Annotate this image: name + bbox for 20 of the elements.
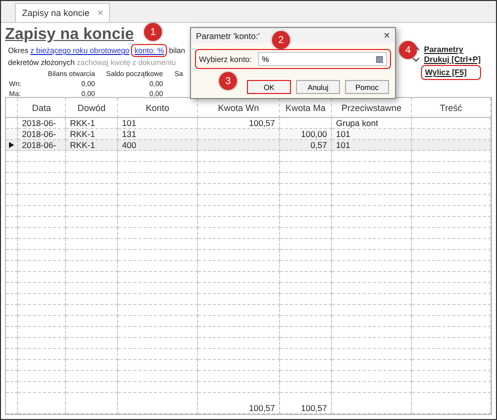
- page-title: Zapisy na koncie: [5, 25, 134, 45]
- row-pointer-icon: [9, 142, 14, 148]
- action-link[interactable]: Parametry: [424, 45, 481, 54]
- list-icon[interactable]: [376, 56, 383, 62]
- close-button[interactable]: ×: [384, 30, 390, 42]
- close-icon[interactable]: ×: [98, 8, 104, 18]
- field-label: Wybierz konto:: [199, 54, 252, 64]
- table-row[interactable]: 2018-06- RKK-1 131 100,00 101: [6, 129, 491, 140]
- up-down-chevron-icon[interactable]: [412, 45, 420, 63]
- table-row[interactable]: 2018-06- RKK-1 101 100,57 Grupa kont: [6, 118, 491, 129]
- total-cell: 100,57: [280, 403, 332, 414]
- table-row[interactable]: 2018-06- RKK-1 400 0,57 101: [6, 140, 491, 151]
- total-cell: 100,57: [198, 403, 280, 414]
- action-link[interactable]: Drukuj [Ctrl+P]: [424, 55, 481, 64]
- tab[interactable]: Zapisy na koncie ×: [15, 3, 110, 22]
- step-badge: 1: [144, 23, 162, 41]
- action-link[interactable]: Wylicz [F5]: [421, 65, 481, 80]
- account-field[interactable]: %: [258, 52, 387, 66]
- step-badge: 4: [399, 41, 417, 59]
- dialog-title: Parametr 'konto:': [196, 30, 260, 40]
